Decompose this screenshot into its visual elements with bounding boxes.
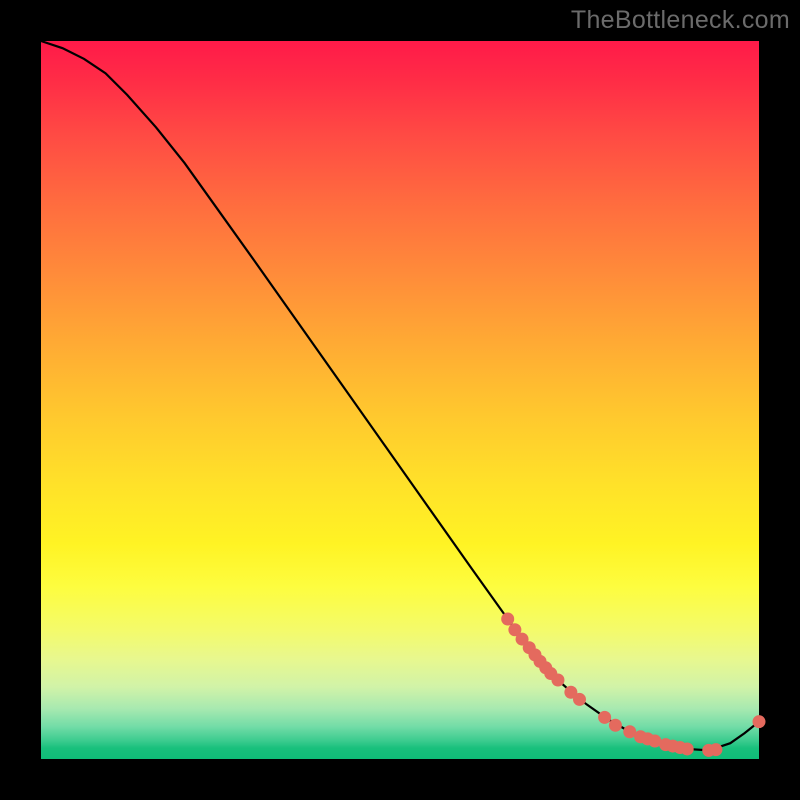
data-marker — [598, 711, 611, 724]
data-marker — [709, 743, 722, 756]
bottleneck-curve-path — [41, 41, 759, 750]
data-marker — [551, 674, 564, 687]
plot-area — [41, 41, 759, 759]
data-marker — [681, 742, 694, 755]
watermark-text: TheBottleneck.com — [571, 6, 790, 35]
data-marker — [573, 693, 586, 706]
data-marker — [609, 719, 622, 732]
data-marker — [501, 612, 514, 625]
marker-group — [501, 612, 765, 756]
chart-frame: TheBottleneck.com — [0, 0, 800, 800]
chart-svg — [41, 41, 759, 759]
data-marker — [753, 715, 766, 728]
